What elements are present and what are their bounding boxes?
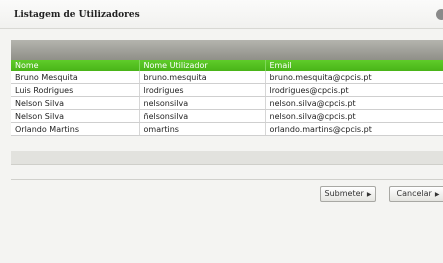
submit-button-label: Submeter bbox=[324, 189, 364, 198]
arrow-right-icon: ▶ bbox=[366, 191, 372, 198]
cell-email: lrodrigues@cpcis.pt bbox=[265, 83, 443, 97]
arrow-right-icon: ▶ bbox=[434, 191, 440, 198]
grid-toolbar bbox=[11, 40, 443, 60]
table-row[interactable]: Bruno Mesquita bruno.mesquita bruno.mesq… bbox=[11, 71, 443, 84]
cell-nome: Nelson Silva bbox=[11, 109, 140, 123]
cell-nome-utilizador: bruno.mesquita bbox=[139, 71, 266, 84]
divider bbox=[11, 179, 443, 180]
column-header-email[interactable]: Email bbox=[265, 60, 443, 71]
table-header-row: Nome Nome Utilizador Email bbox=[11, 60, 443, 71]
cell-email: bruno.mesquita@cpcis.pt bbox=[265, 71, 443, 84]
cancel-button-label: Cancelar bbox=[396, 189, 432, 198]
cell-email: nelson.silva@cpcis.pt bbox=[265, 96, 443, 110]
cancel-button[interactable]: Cancelar ▶ bbox=[389, 186, 443, 202]
cell-nome: Orlando Martins bbox=[11, 122, 140, 136]
table-row[interactable]: Nelson Silva ñelsonsilva nelson.silva@cp… bbox=[11, 109, 443, 123]
cell-email: orlando.martins@cpcis.pt bbox=[265, 122, 443, 136]
table-row[interactable]: Luis Rodrigues lrodrigues lrodrigues@cpc… bbox=[11, 83, 443, 97]
column-header-nome[interactable]: Nome bbox=[11, 60, 140, 71]
submit-button[interactable]: Submeter ▶ bbox=[320, 186, 376, 202]
table-row[interactable]: Nelson Silva nelsonsilva nelson.silva@cp… bbox=[11, 96, 443, 110]
cell-nome-utilizador: omartins bbox=[139, 122, 266, 136]
users-table: Nome Nome Utilizador Email Bruno Mesquit… bbox=[11, 60, 443, 136]
dialog-title: Listagem de Utilizadores bbox=[14, 10, 140, 20]
grid-footer bbox=[11, 151, 443, 165]
cell-nome: Nelson Silva bbox=[11, 96, 140, 110]
cell-nome-utilizador: lrodrigues bbox=[139, 83, 266, 97]
cell-nome-utilizador: nelsonsilva bbox=[139, 96, 266, 110]
cell-nome-utilizador: ñelsonsilva bbox=[139, 109, 266, 123]
close-icon[interactable] bbox=[436, 9, 443, 20]
cell-nome: Bruno Mesquita bbox=[11, 71, 140, 84]
cell-email: nelson.silva@cpcis.pt bbox=[265, 109, 443, 123]
column-header-nome-utilizador[interactable]: Nome Utilizador bbox=[139, 60, 266, 71]
cell-nome: Luis Rodrigues bbox=[11, 83, 140, 97]
table-row[interactable]: Orlando Martins omartins orlando.martins… bbox=[11, 122, 443, 136]
dialog-header: Listagem de Utilizadores bbox=[0, 0, 443, 29]
